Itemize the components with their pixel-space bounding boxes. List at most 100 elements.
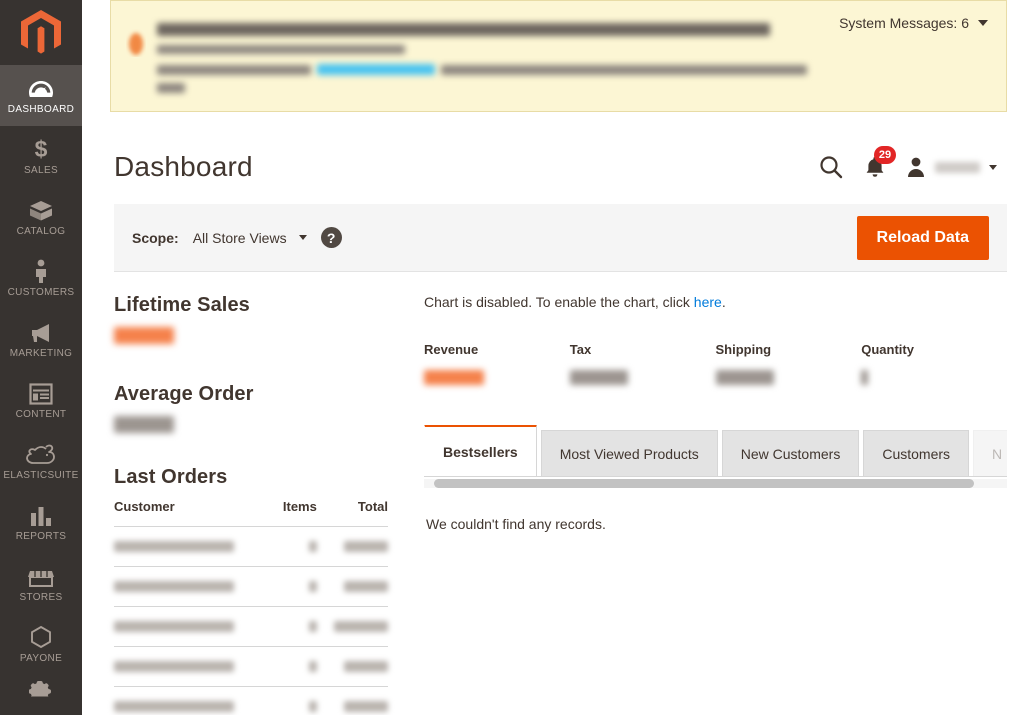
hexagon-icon: [29, 625, 53, 649]
stat-value-redacted: [424, 370, 484, 385]
reload-data-button[interactable]: Reload Data: [856, 215, 989, 260]
user-menu[interactable]: [906, 156, 997, 178]
tab-bestsellers[interactable]: Bestsellers: [424, 425, 537, 476]
last-orders-header: Customer Items Total: [114, 499, 388, 527]
dollar-icon: $: [33, 137, 49, 161]
primary-sidebar: DASHBOARD $ SALES CATALOG CUSTOMERS MARK…: [0, 0, 82, 715]
banner-subline-redacted: [157, 45, 405, 54]
tab-customers[interactable]: Customers: [863, 430, 970, 476]
stat-revenue: Revenue: [424, 342, 570, 385]
cell-total: [316, 646, 388, 687]
sidebar-item-dashboard[interactable]: DASHBOARD: [0, 65, 82, 126]
sidebar-item-label: MARKETING: [9, 348, 73, 359]
sidebar-item-system-partial[interactable]: [0, 675, 82, 715]
tab-most-viewed-products[interactable]: Most Viewed Products: [540, 430, 718, 476]
notifications-bell[interactable]: 29: [864, 146, 896, 179]
gear-icon: [29, 675, 53, 699]
sidebar-item-label: PAYONE: [19, 653, 63, 664]
stat-label: Quantity: [861, 342, 914, 357]
table-row[interactable]: [114, 566, 388, 607]
system-message-banner-wrap: System Messages: 6: [82, 0, 1015, 112]
tab-overflow-partial[interactable]: N: [973, 430, 1007, 476]
stat-value-redacted: [569, 370, 628, 385]
sidebar-item-catalog[interactable]: CATALOG: [0, 187, 82, 248]
cell-items: [272, 606, 317, 647]
cell-customer: [114, 566, 273, 607]
stat-tax: Tax: [569, 342, 716, 385]
magento-logo[interactable]: [0, 0, 82, 65]
lifetime-sales-value-redacted: [114, 327, 174, 344]
dashboard-tabs-wrap: Bestsellers Most Viewed Products New Cus…: [424, 425, 1007, 532]
table-row[interactable]: [114, 646, 388, 687]
sidebar-item-label: CONTENT: [15, 409, 67, 420]
sidebar-item-stores[interactable]: STORES: [0, 553, 82, 614]
stat-label: Revenue: [424, 342, 479, 357]
tabs-scrollbar-thumb[interactable]: [434, 479, 974, 488]
cell-items: [272, 646, 317, 687]
megaphone-icon: [28, 320, 54, 344]
main-content: System Messages: 6 Dashboard 29 Scope: A…: [82, 0, 1015, 715]
chevron-down-icon: [989, 164, 997, 170]
cell-customer: [114, 606, 273, 647]
cell-customer: [114, 686, 273, 715]
banner-paragraph-redacted: [157, 64, 992, 75]
dashboard-stats: Revenue Tax Shipping Quantity: [424, 342, 1007, 385]
chart-note-prefix: Chart is disabled. To enable the chart, …: [424, 294, 694, 310]
banner-inline-link-redacted[interactable]: [317, 64, 435, 75]
sidebar-item-marketing[interactable]: MARKETING: [0, 309, 82, 370]
search-icon[interactable]: [818, 154, 844, 180]
column-header-customer: Customer: [114, 499, 273, 527]
question-mark-icon[interactable]: ?: [320, 227, 342, 248]
stat-value-redacted: [715, 370, 774, 385]
dashboard-left-column: Lifetime Sales Average Order Last Orders…: [114, 294, 404, 715]
column-header-total: Total: [316, 499, 388, 527]
sidebar-item-payone[interactable]: PAYONE: [0, 614, 82, 675]
cell-items: [272, 566, 317, 607]
layout-icon: [29, 381, 53, 405]
sidebar-item-label: ELASTICSUITE: [3, 470, 79, 481]
dashboard-content: Lifetime Sales Average Order Last Orders…: [82, 272, 1015, 715]
tab-empty-message: We couldn't find any records.: [426, 516, 606, 532]
sidebar-item-elasticsuite[interactable]: ELASTICSUITE: [0, 431, 82, 492]
cell-customer: [114, 526, 273, 567]
system-messages-toggle[interactable]: System Messages: 6: [839, 15, 988, 31]
dashboard-right-column: Chart is disabled. To enable the chart, …: [404, 294, 1007, 715]
tab-new-customers[interactable]: New Customers: [721, 430, 860, 476]
store-view-select[interactable]: All Store Views: [193, 230, 307, 246]
header-actions: 29: [818, 146, 997, 180]
stat-label: Shipping: [715, 342, 772, 357]
enable-chart-link[interactable]: here: [694, 294, 722, 310]
table-row[interactable]: [114, 526, 388, 567]
sidebar-item-customers[interactable]: CUSTOMERS: [0, 248, 82, 309]
last-orders-table: Customer Items Total: [114, 499, 388, 715]
banner-headline-redacted: [157, 23, 770, 36]
cell-customer: [114, 646, 273, 687]
notifications-badge: 29: [874, 146, 896, 164]
cell-items: [272, 686, 317, 715]
system-messages-label: System Messages: 6: [839, 15, 969, 31]
scope-controls: Scope: All Store Views ?: [132, 227, 342, 248]
scope-bar: Scope: All Store Views ? Reload Data: [114, 204, 1007, 272]
cell-items: [272, 526, 317, 567]
sidebar-item-content[interactable]: CONTENT: [0, 370, 82, 431]
page-title: Dashboard: [114, 151, 253, 182]
table-row[interactable]: [114, 686, 388, 715]
tabs-horizontal-scrollbar[interactable]: [424, 479, 1007, 488]
chart-disabled-note: Chart is disabled. To enable the chart, …: [424, 294, 1007, 310]
rabbit-icon: [26, 442, 56, 466]
chart-note-suffix: .: [721, 294, 726, 310]
sidebar-item-label: STORES: [19, 592, 63, 603]
average-order-value-redacted: [114, 416, 174, 433]
page-header: Dashboard 29: [82, 112, 1015, 194]
sidebar-item-label: SALES: [24, 165, 58, 176]
table-row[interactable]: [114, 606, 388, 647]
storefront-icon: [28, 564, 54, 588]
chevron-down-icon: [298, 235, 307, 240]
person-icon: [33, 259, 49, 283]
stat-label: Tax: [569, 342, 592, 357]
stat-quantity: Quantity: [861, 342, 1007, 385]
gauge-icon: [28, 76, 54, 100]
column-header-items: Items: [272, 499, 317, 527]
sidebar-item-sales[interactable]: $ SALES: [0, 126, 82, 187]
sidebar-item-reports[interactable]: REPORTS: [0, 492, 82, 553]
